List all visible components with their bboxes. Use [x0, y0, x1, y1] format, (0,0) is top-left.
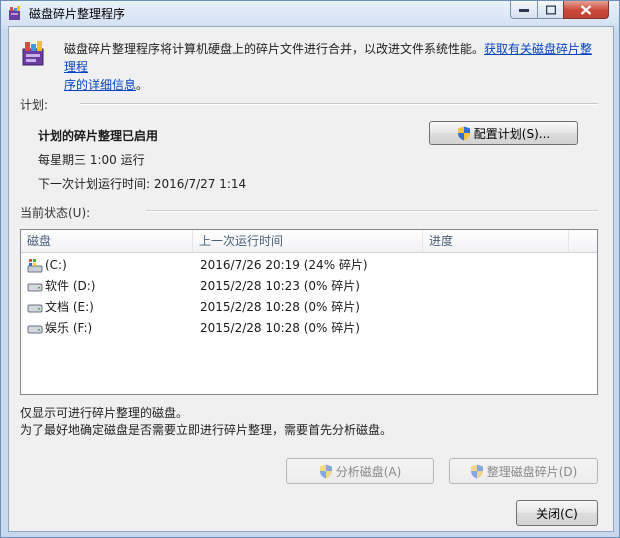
disk-last-run: 2015/2/28 10:28 (0% 碎片): [200, 300, 360, 314]
column-disk[interactable]: 磁盘: [21, 230, 193, 252]
note-line-1: 仅显示可进行碎片整理的磁盘。: [20, 406, 189, 420]
uac-shield-icon: [319, 464, 332, 478]
schedule-label: 计划:: [20, 98, 49, 112]
disk-row-d[interactable]: 软件 (D:) 2015/2/28 10:23 (0% 碎片): [21, 276, 597, 297]
schedule-frequency: 每星期三 1:00 运行: [38, 153, 145, 167]
description-text: 磁盘碎片整理程序将计算机硬盘上的碎片文件进行合并，以改进文件系统性能。: [64, 42, 485, 56]
configure-schedule-label[interactable]: 配置计划(S)...: [474, 125, 550, 142]
uac-shield-icon: [457, 126, 470, 140]
header-description: 磁盘碎片整理程序将计算机硬盘上的碎片文件进行合并，以改进文件系统性能。获取有关磁…: [64, 40, 604, 94]
close-button-label[interactable]: 关闭(C): [536, 505, 578, 522]
disk-name: 文档 (E:): [45, 300, 94, 314]
disk-last-run: 2015/2/28 10:23 (0% 碎片): [200, 279, 360, 293]
window-title: 磁盘碎片整理程序: [29, 7, 126, 21]
disk-list-header: 磁盘 上一次运行时间 进度: [21, 230, 597, 253]
configure-schedule-button[interactable]: 配置计划(S)...: [429, 121, 578, 145]
note-line-2: 为了最好地确定磁盘是否需要立即进行碎片整理，需要首先分析磁盘。: [20, 423, 393, 437]
disk-list[interactable]: 磁盘 上一次运行时间 进度 (C:) 2016/7/26 20:19 (24% …: [20, 229, 598, 395]
schedule-status: 计划的碎片整理已启用: [38, 129, 159, 143]
close-window-button[interactable]: [563, 1, 609, 19]
column-progress[interactable]: 进度: [423, 230, 569, 252]
info-notes: 仅显示可进行碎片整理的磁盘。 为了最好地确定磁盘是否需要立即进行碎片整理，需要首…: [20, 405, 392, 439]
disk-row-f[interactable]: 娱乐 (F:) 2015/2/28 10:28 (0% 碎片): [21, 318, 597, 339]
close-icon: [580, 4, 592, 15]
hard-drive-icon: [27, 304, 43, 313]
defrag-disk-button[interactable]: 整理磁盘碎片(D): [449, 458, 598, 484]
schedule-divider: [80, 103, 598, 105]
system-drive-icon: [27, 259, 43, 273]
disk-name: 软件 (D:): [45, 279, 96, 293]
minimize-button[interactable]: [510, 1, 538, 19]
current-status-label: 当前状态(U):: [20, 206, 91, 220]
title-bar[interactable]: 磁盘碎片整理程序: [1, 1, 619, 25]
analyze-disk-button[interactable]: 分析磁盘(A): [286, 458, 434, 484]
disk-last-run: 2015/2/28 10:28 (0% 碎片): [200, 321, 360, 335]
defrag-disk-label[interactable]: 整理磁盘碎片(D): [487, 463, 578, 480]
maximize-icon: [545, 5, 556, 14]
disk-row-e[interactable]: 文档 (E:) 2015/2/28 10:28 (0% 碎片): [21, 297, 597, 318]
minimize-icon: [519, 8, 529, 12]
disk-last-run: 2016/7/26 20:19 (24% 碎片): [200, 258, 368, 272]
defrag-app-icon: [9, 6, 20, 20]
hard-drive-icon: [27, 283, 43, 292]
analyze-disk-label[interactable]: 分析磁盘(A): [336, 463, 402, 480]
next-run-time: 下一次计划运行时间: 2016/7/27 1:14: [38, 177, 247, 191]
status-divider: [146, 210, 598, 212]
maximize-button[interactable]: [537, 1, 564, 19]
defrag-program-icon: [22, 41, 44, 66]
disk-name: 娱乐 (F:): [45, 321, 93, 335]
link-suffix: 。: [136, 78, 149, 92]
disk-name: (C:): [45, 258, 67, 272]
close-button[interactable]: 关闭(C): [516, 500, 598, 526]
hard-drive-icon: [27, 325, 43, 334]
column-last-run[interactable]: 上一次运行时间: [193, 230, 423, 252]
uac-shield-icon: [470, 464, 483, 478]
help-link-part2[interactable]: 序的详细信息: [64, 78, 136, 92]
disk-row-c[interactable]: (C:) 2016/7/26 20:19 (24% 碎片): [21, 255, 597, 276]
